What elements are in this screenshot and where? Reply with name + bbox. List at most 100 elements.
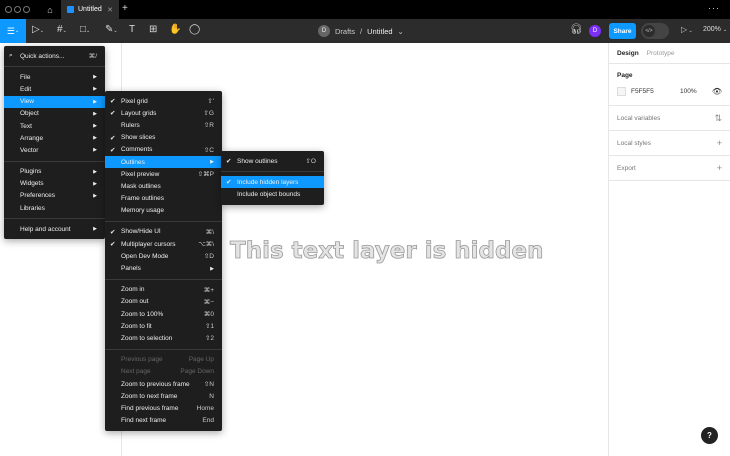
menu-item-mask-outlines[interactable]: Mask outlines: [105, 180, 222, 192]
submenu-arrow-icon: ▶: [93, 123, 97, 130]
pen-tool-icon[interactable]: ✎⌄: [105, 24, 118, 35]
window-maximize-button[interactable]: [23, 6, 30, 13]
menu-item-object[interactable]: Object ▶: [4, 108, 105, 120]
menu-item-label: Zoom to next frame: [121, 392, 178, 400]
hidden-text-layer[interactable]: This text layer is hidden: [230, 238, 544, 265]
menu-item-libraries[interactable]: Libraries: [4, 202, 105, 214]
menu-item-include-object-bounds[interactable]: Include object bounds: [221, 188, 324, 200]
menu-item-label: Libraries: [20, 204, 45, 212]
menu-item-label: Vector: [20, 146, 39, 154]
menu-item-show-hide-ui[interactable]: ✔ Show/Hide UI ⌘\: [105, 226, 222, 238]
headphones-icon[interactable]: 🎧︎: [570, 24, 583, 35]
close-tab-icon[interactable]: ✕: [107, 6, 113, 14]
menu-item-plugins[interactable]: Plugins ▶: [4, 166, 105, 178]
user-avatar[interactable]: D: [589, 25, 601, 37]
home-icon[interactable]: ⌂: [40, 0, 60, 19]
menu-item-label: Zoom to previous frame: [121, 380, 190, 388]
menu-item-label: Object: [20, 110, 39, 118]
window-close-button[interactable]: [5, 6, 12, 13]
shape-tool-icon[interactable]: □⌄: [80, 24, 90, 35]
menu-item-include-hidden-layers[interactable]: ✔ Include hidden layers: [221, 176, 324, 189]
tab-design[interactable]: Design: [617, 50, 639, 57]
menu-item-label: Find previous frame: [121, 404, 179, 412]
tab-title: Untitled: [78, 6, 102, 13]
shortcut-label: ⌥⌘\: [198, 241, 214, 249]
eye-icon[interactable]: 👁︎: [712, 87, 722, 96]
dev-mode-toggle[interactable]: </>: [641, 23, 669, 39]
menu-item-pixel-preview[interactable]: Pixel preview ⇧⌘P: [105, 168, 222, 180]
resources-icon[interactable]: ⊞: [149, 24, 157, 35]
menu-item-frame-outlines[interactable]: Frame outlines: [105, 193, 222, 205]
menu-item-show-outlines[interactable]: ✔ Show outlines ⇧O: [221, 155, 324, 167]
present-icon[interactable]: ▷ ⌄: [681, 25, 693, 34]
frame-tool-icon[interactable]: #⌄: [57, 24, 67, 35]
hand-tool-icon[interactable]: ✋: [169, 24, 181, 35]
menu-item-help-and-account[interactable]: Help and account ▶: [4, 223, 105, 235]
menu-item-file[interactable]: File ▶: [4, 71, 105, 83]
menu-item-label: Mask outlines: [121, 182, 161, 190]
menu-item-memory-usage[interactable]: Memory usage: [105, 205, 222, 217]
menu-item-zoom-to-previous-frame[interactable]: Zoom to previous frame ⇧N: [105, 378, 222, 390]
new-tab-button[interactable]: +: [122, 3, 128, 14]
menu-item-panels[interactable]: Panels ▶: [105, 262, 222, 274]
menu-item-zoom-to-selection[interactable]: Zoom to selection ⇧2: [105, 332, 222, 344]
menu-item-show-slices[interactable]: ✔ Show slices: [105, 132, 222, 144]
menu-item-zoom-to-100[interactable]: Zoom to 100% ⌘0: [105, 308, 222, 320]
check-icon: ✔: [110, 134, 116, 142]
menu-item-comments[interactable]: ✔ Comments ⇧C: [105, 144, 222, 156]
menu-item-label: Quick actions...: [20, 52, 65, 60]
menu-item-multiplayer-cursors[interactable]: ✔ Multiplayer cursors ⌥⌘\: [105, 238, 222, 250]
menu-item-label: Include hidden layers: [237, 178, 299, 186]
tab-untitled[interactable]: Untitled ✕: [61, 0, 119, 19]
menu-item-zoom-out[interactable]: Zoom out ⌘−: [105, 296, 222, 308]
menu-item-preferences[interactable]: Preferences ▶: [4, 190, 105, 202]
menu-item-arrange[interactable]: Arrange ▶: [4, 132, 105, 144]
shortcut-label: ⌘0: [203, 311, 214, 319]
share-button[interactable]: Share: [609, 23, 636, 39]
page-color-value[interactable]: F5F5F5: [631, 88, 675, 95]
page-opacity[interactable]: 100%: [680, 88, 697, 95]
check-icon: ✔: [226, 179, 232, 187]
check-icon: ✔: [110, 146, 116, 154]
zoom-dropdown[interactable]: 200% ⌄: [703, 26, 727, 33]
menu-item-pixel-grid[interactable]: ✔ Pixel grid ⇧': [105, 95, 222, 107]
menu-item-layout-grids[interactable]: ✔ Layout grids ⇧G: [105, 107, 222, 119]
chevron-down-icon[interactable]: ⌄: [398, 27, 404, 36]
main-menu-button[interactable]: ☰ ⌄: [0, 19, 26, 43]
variables-icon[interactable]: ⇅: [714, 113, 722, 124]
comment-tool-icon[interactable]: ◯: [189, 24, 200, 35]
menu-item-edit[interactable]: Edit ▶: [4, 83, 105, 95]
menu-item-label: Find next frame: [121, 417, 167, 425]
check-icon: ✔: [226, 158, 232, 166]
help-button[interactable]: ?: [701, 427, 718, 444]
page-color-swatch[interactable]: [617, 87, 626, 96]
local-variables-label[interactable]: Local variables: [617, 115, 660, 122]
menu-item-text[interactable]: Text ▶: [4, 120, 105, 132]
tab-prototype[interactable]: Prototype: [647, 50, 675, 57]
menu-item-label: Zoom out: [121, 298, 149, 306]
add-export-icon[interactable]: +: [717, 163, 722, 173]
menu-item-view[interactable]: View ▶: [4, 95, 105, 108]
menu-item-label: Multiplayer cursors: [121, 240, 176, 248]
menu-item-widgets[interactable]: Widgets ▶: [4, 178, 105, 190]
add-style-icon[interactable]: +: [717, 138, 722, 148]
menu-item-outlines[interactable]: Outlines ▶: [105, 155, 222, 169]
menu-item-zoom-to-next-frame[interactable]: Zoom to next frame N: [105, 390, 222, 402]
menu-item-quick-actions[interactable]: ⌕ Quick actions... ⌘/: [4, 50, 105, 62]
shortcut-label: ⌘\: [205, 228, 214, 236]
window-minimize-button[interactable]: [14, 6, 21, 13]
menu-item-vector[interactable]: Vector ▶: [4, 144, 105, 156]
file-name[interactable]: Untitled: [367, 27, 392, 36]
breadcrumb-drafts[interactable]: Drafts: [335, 27, 355, 36]
menu-item-open-dev-mode[interactable]: Open Dev Mode ⇧D: [105, 250, 222, 262]
menu-item-zoom-to-fit[interactable]: Zoom to fit ⇧1: [105, 320, 222, 332]
shortcut-label: ⇧1: [204, 323, 214, 331]
menu-item-rulers[interactable]: Rulers ⇧R: [105, 119, 222, 131]
text-tool-icon[interactable]: T: [129, 24, 135, 35]
team-avatar: D: [318, 25, 330, 37]
menu-item-find-next-frame[interactable]: Find next frame End: [105, 415, 222, 427]
more-icon[interactable]: ···: [708, 3, 720, 13]
move-tool-icon[interactable]: ▷⌄: [32, 24, 44, 35]
menu-item-zoom-in[interactable]: Zoom in ⌘+: [105, 284, 222, 296]
menu-item-find-previous-frame[interactable]: Find previous frame Home: [105, 402, 222, 414]
